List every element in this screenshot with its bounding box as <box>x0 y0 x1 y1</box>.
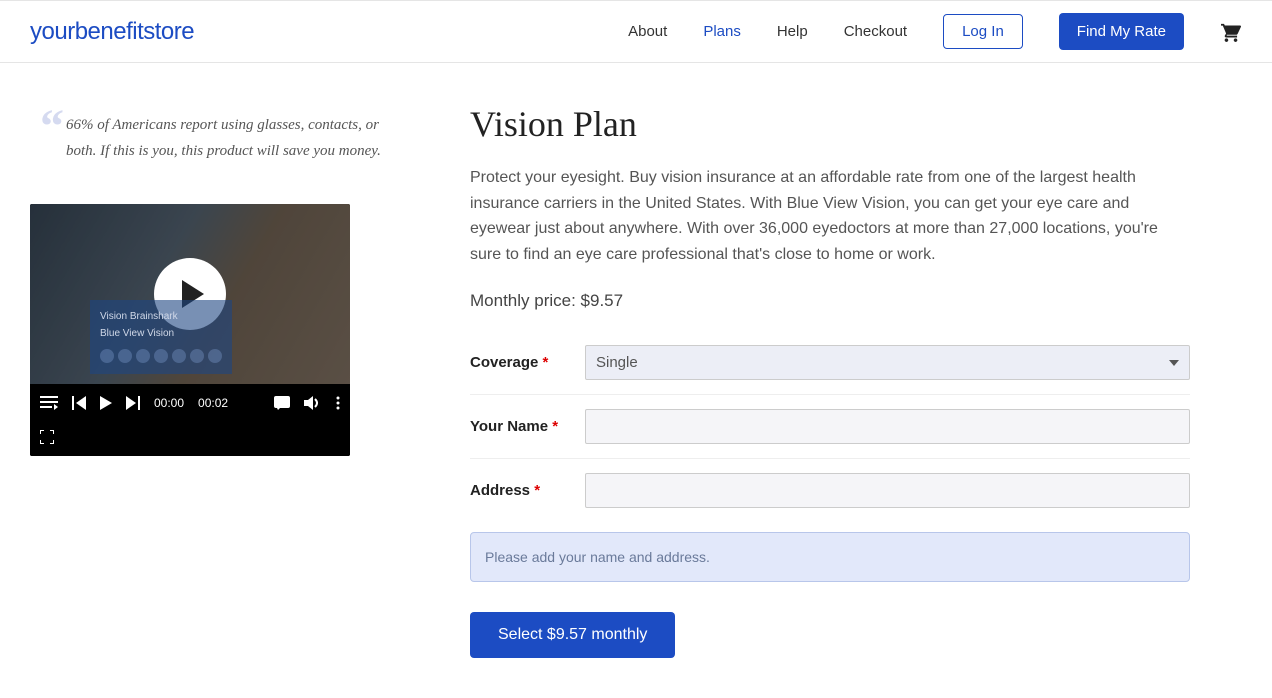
overlay-icons <box>100 346 222 366</box>
cart-icon[interactable] <box>1220 22 1242 42</box>
price-line: Monthly price: $9.57 <box>470 291 1190 311</box>
coverage-select[interactable]: Single <box>585 345 1190 380</box>
quote-icon: “ <box>40 113 56 164</box>
video-controls: 00:00 00:02 <box>30 384 350 456</box>
video-thumbnail[interactable]: Vision Brainshark Blue View Vision <box>30 204 350 384</box>
nav-help[interactable]: Help <box>777 23 808 40</box>
main-container: “ 66% of Americans report using glasses,… <box>0 63 1272 698</box>
prev-track-icon[interactable] <box>72 396 86 410</box>
video-overlay: Vision Brainshark Blue View Vision <box>90 300 232 374</box>
next-track-icon[interactable] <box>126 396 140 410</box>
more-icon[interactable] <box>336 396 340 410</box>
mini-icon <box>118 349 132 363</box>
plan-description: Protect your eyesight. Buy vision insura… <box>470 165 1190 267</box>
captions-icon[interactable] <box>274 396 290 410</box>
coverage-label: Coverage * <box>470 354 585 371</box>
address-input[interactable] <box>585 473 1190 508</box>
find-rate-button[interactable]: Find My Rate <box>1059 13 1184 50</box>
mini-icon <box>154 349 168 363</box>
time-current: 00:00 <box>154 396 184 410</box>
overlay-line1: Vision Brainshark <box>100 308 222 325</box>
quote-block: “ 66% of Americans report using glasses,… <box>40 113 410 164</box>
login-button[interactable]: Log In <box>943 14 1023 49</box>
volume-icon[interactable] <box>304 396 322 410</box>
time-total: 00:02 <box>198 396 228 410</box>
select-plan-button[interactable]: Select $9.57 monthly <box>470 612 675 658</box>
main-nav: About Plans Help Checkout Log In Find My… <box>628 13 1242 50</box>
fullscreen-icon[interactable] <box>40 430 340 444</box>
mini-icon <box>190 349 204 363</box>
validation-alert: Please add your name and address. <box>470 532 1190 582</box>
nav-checkout[interactable]: Checkout <box>844 23 907 40</box>
logo[interactable]: yourbenefitstore <box>30 18 194 46</box>
mini-icon <box>136 349 150 363</box>
mini-icon <box>172 349 186 363</box>
mini-icon <box>100 349 114 363</box>
header: yourbenefitstore About Plans Help Checko… <box>0 0 1272 63</box>
overlay-line2: Blue View Vision <box>100 325 222 342</box>
quote-text: 66% of Americans report using glasses, c… <box>66 113 410 164</box>
address-row: Address * <box>470 459 1190 522</box>
name-row: Your Name * <box>470 395 1190 459</box>
name-label: Your Name * <box>470 418 585 435</box>
mini-icon <box>208 349 222 363</box>
video-player: Vision Brainshark Blue View Vision <box>30 204 350 456</box>
nav-plans[interactable]: Plans <box>703 23 741 40</box>
left-column: “ 66% of Americans report using glasses,… <box>30 103 410 658</box>
playlist-icon[interactable] <box>40 396 58 410</box>
name-input[interactable] <box>585 409 1190 444</box>
page-title: Vision Plan <box>470 103 1190 145</box>
nav-about[interactable]: About <box>628 23 667 40</box>
coverage-row: Coverage * Single <box>470 331 1190 395</box>
play-icon[interactable] <box>100 396 112 410</box>
address-label: Address * <box>470 482 585 499</box>
right-column: Vision Plan Protect your eyesight. Buy v… <box>470 103 1190 658</box>
